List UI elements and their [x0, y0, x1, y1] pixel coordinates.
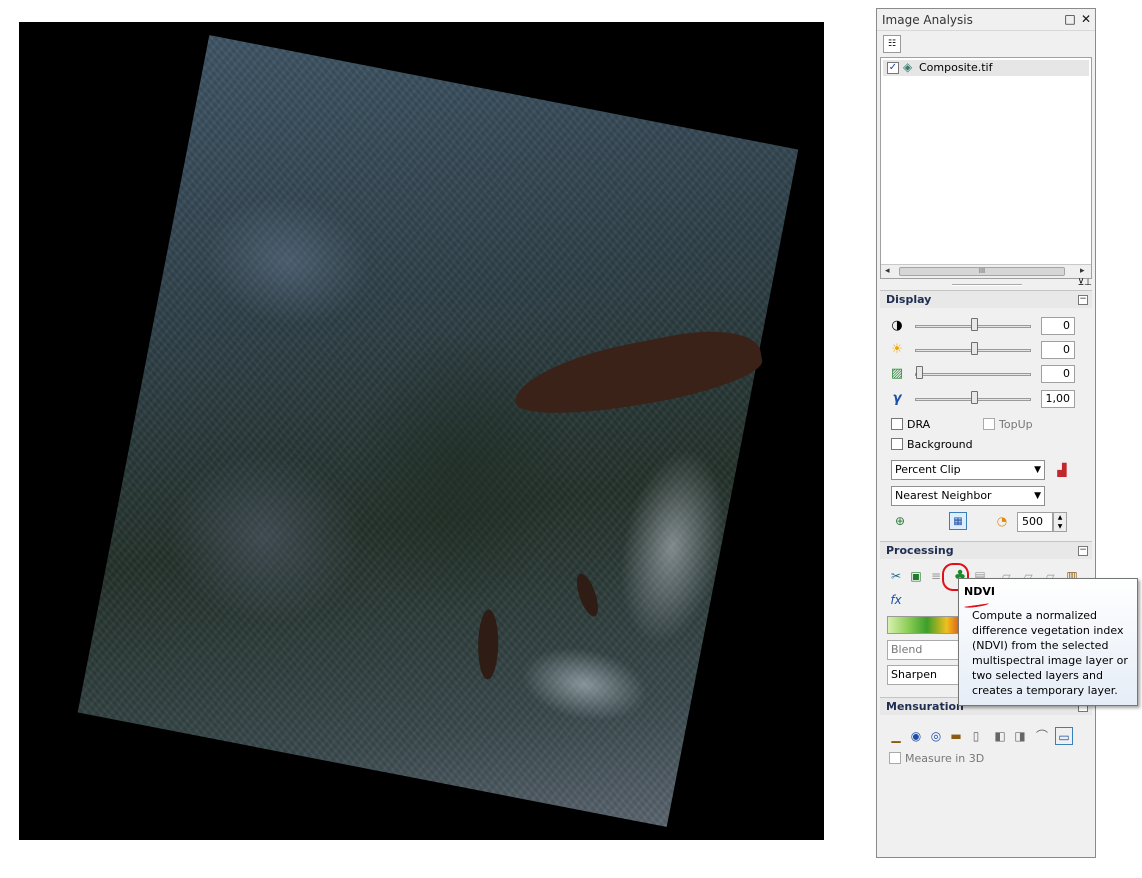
swipe-icon[interactable]: ▦ [949, 512, 967, 530]
measure-3d-checkbox[interactable] [889, 752, 901, 764]
raster-function-icon[interactable]: fx [887, 591, 905, 609]
sharpen-value: Sharpen [891, 668, 937, 681]
contrast-icon: ◑ [891, 318, 903, 333]
measure-3d-label: Measure in 3D [905, 752, 985, 765]
refresh-rate-spinner[interactable]: ▲ ▼ [1053, 512, 1067, 532]
measure-angle-icon[interactable]: ⌒ [1033, 727, 1051, 745]
stretch-type-dropdown[interactable]: Percent Clip ▼ [891, 460, 1045, 480]
refresh-rate-icon: ◔ [996, 514, 1008, 528]
map-view[interactable] [19, 22, 824, 840]
brightness-value-field[interactable]: 0 [1041, 341, 1075, 359]
blend-dropdown[interactable]: Blend [887, 640, 967, 660]
topup-checkbox[interactable] [983, 418, 995, 430]
panel-splitter[interactable]: ⊻⊥ [880, 278, 1092, 289]
brightness-row: ☀ 0 [889, 340, 1089, 360]
display-section-header[interactable]: Display − [880, 290, 1092, 308]
mensuration-tools-row: ▁ ◉ ◎ ▬ ▯ ◧ ◨ ⌒ ▭ [887, 727, 1087, 747]
splitter-grip[interactable] [952, 284, 1022, 286]
refresh-rate-field[interactable]: 500 [1017, 512, 1053, 532]
dra-label: DRA [907, 418, 931, 431]
layer-list-scrollbar[interactable]: ◂ III ▸ [881, 264, 1091, 278]
brightness-slider-thumb[interactable] [971, 342, 978, 355]
restore-button[interactable]: □ [1063, 12, 1077, 26]
scroll-thumb[interactable]: III [899, 267, 1065, 276]
layer-row[interactable]: ✓ ◈ Composite.tif [883, 60, 1089, 76]
transparency-value-field[interactable]: 0 [1041, 365, 1075, 383]
image-analysis-panel: Image Analysis □ ✕ ☷ ✓ ◈ Composite.tif ◂… [876, 8, 1096, 858]
gamma-row: γ 1,00 [889, 389, 1089, 409]
collapse-processing-icon[interactable]: − [1078, 546, 1088, 556]
list-options-icon[interactable]: ☷ [883, 35, 901, 53]
gamma-value-field[interactable]: 1,00 [1041, 390, 1075, 408]
measure-point-icon[interactable]: ◉ [907, 727, 925, 745]
chevron-down-icon: ▼ [1034, 491, 1041, 501]
lake-small-east [572, 571, 603, 619]
collapse-all-icon[interactable]: ⊻⊥ [1078, 278, 1092, 288]
color-ramp[interactable] [887, 616, 967, 634]
display-tools-row: ⊕ ▦ ◔ 500 ▲ ▼ [889, 512, 1089, 532]
background-checkbox[interactable] [891, 438, 903, 450]
close-button[interactable]: ✕ [1079, 12, 1093, 26]
lake-small-west [477, 609, 499, 680]
gamma-slider-thumb[interactable] [971, 391, 978, 404]
processing-section-header[interactable]: Processing − [880, 541, 1092, 559]
lake-large [508, 319, 767, 429]
brightness-icon: ☀ [891, 342, 903, 357]
measure-base-icon[interactable]: ▯ [967, 727, 985, 745]
panel-titlebar: Image Analysis □ ✕ [877, 9, 1095, 31]
histogram-icon[interactable]: ▟ [1053, 461, 1071, 479]
satellite-image [77, 35, 799, 827]
resampling-value: Nearest Neighbor [895, 489, 992, 502]
measure-top-icon[interactable]: ◧ [991, 727, 1009, 745]
tooltip-title: NDVI [964, 585, 995, 598]
ndvi-tooltip: NDVI Compute a normalized difference veg… [958, 578, 1138, 706]
mask-icon[interactable]: ▣ [907, 567, 925, 585]
processing-section-title: Processing [886, 544, 954, 557]
measure-area-icon[interactable]: ▬ [947, 727, 965, 745]
measure-shadow-icon[interactable]: ◨ [1011, 727, 1029, 745]
layer-name: Composite.tif [919, 61, 993, 74]
display-section-title: Display [886, 293, 932, 306]
transparency-track[interactable] [915, 373, 1031, 376]
collapse-display-icon[interactable]: − [1078, 295, 1088, 305]
contrast-slider-thumb[interactable] [971, 318, 978, 331]
clip-icon[interactable]: ✂ [887, 567, 905, 585]
scroll-right-icon[interactable]: ▸ [1080, 266, 1085, 276]
chevron-down-icon: ▼ [1034, 465, 1041, 475]
add-layer-icon[interactable]: ⊕ [891, 512, 909, 530]
measure-centroid-icon[interactable]: ◎ [927, 727, 945, 745]
transparency-slider-thumb[interactable] [916, 366, 923, 379]
layer-list[interactable]: ✓ ◈ Composite.tif ◂ III ▸ [880, 57, 1092, 279]
topup-label: TopUp [999, 418, 1033, 431]
mensuration-section-title: Mensuration [886, 700, 964, 713]
transparency-icon: ▨ [890, 366, 904, 381]
sharpen-dropdown[interactable]: Sharpen [887, 665, 967, 685]
gamma-icon: γ [892, 391, 902, 406]
contrast-row: ◑ 0 [889, 316, 1089, 336]
blend-value: Blend [891, 643, 923, 656]
stretch-type-value: Percent Clip [895, 463, 961, 476]
contrast-value-field[interactable]: 0 [1041, 317, 1075, 335]
tooltip-body: Compute a normalized difference vegetati… [972, 609, 1128, 697]
panel-title: Image Analysis [882, 13, 973, 27]
background-label: Background [907, 438, 973, 451]
measure-height-icon[interactable]: ▁ [887, 727, 905, 745]
scroll-left-icon[interactable]: ◂ [885, 266, 890, 276]
transparency-row: ▨ 0 [889, 364, 1089, 384]
results-window-icon[interactable]: ▭ [1055, 727, 1073, 745]
layer-visibility-checkbox[interactable]: ✓ [887, 62, 899, 74]
raster-layer-icon: ◈ [903, 60, 913, 74]
resampling-dropdown[interactable]: Nearest Neighbor ▼ [891, 486, 1045, 506]
dra-checkbox[interactable] [891, 418, 903, 430]
